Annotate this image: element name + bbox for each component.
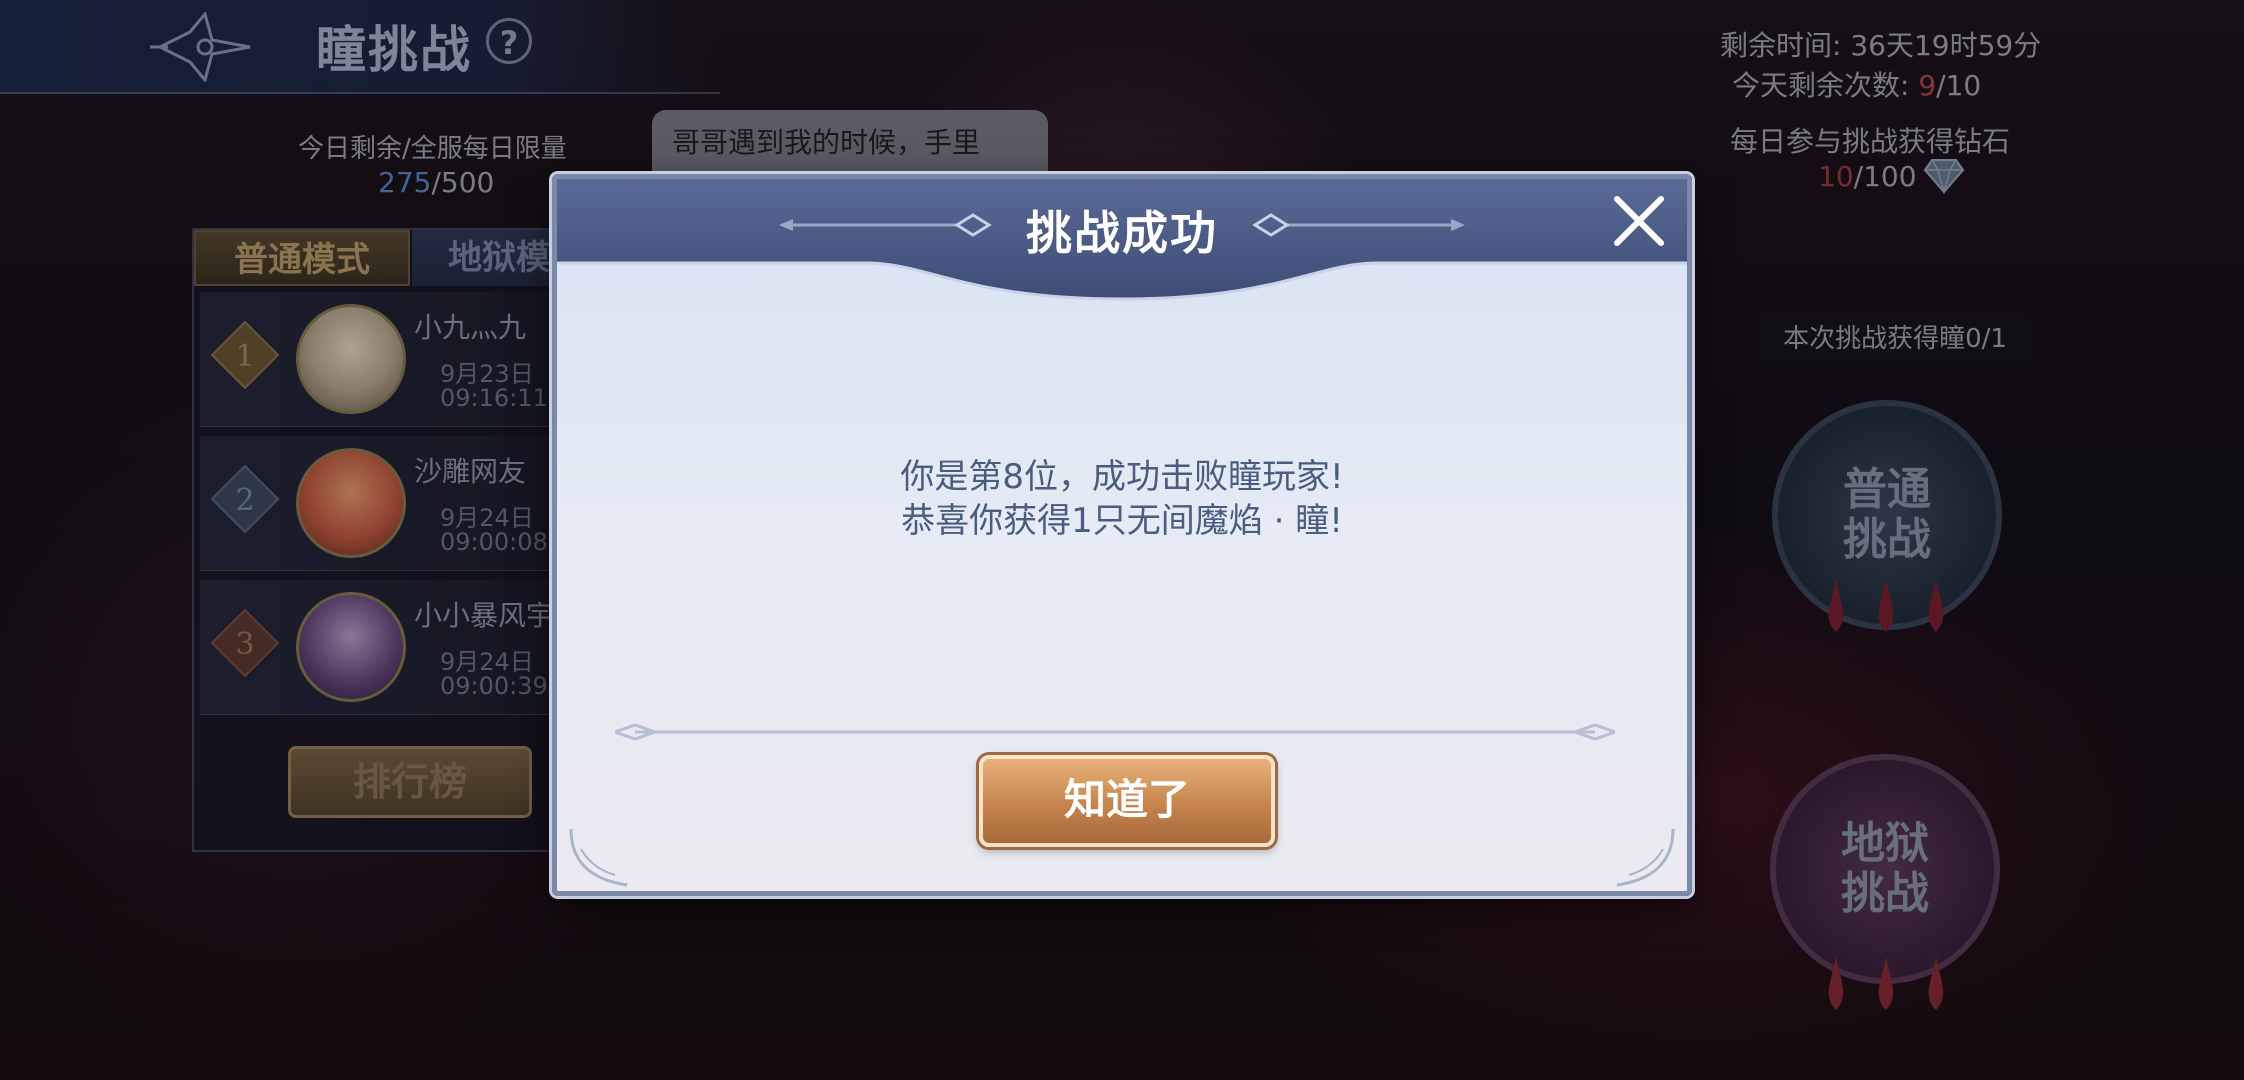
corner-ornament-icon — [1616, 828, 1675, 887]
close-icon[interactable] — [1607, 189, 1671, 253]
dialog-message-line1: 你是第8位，成功击败瞳玩家! — [900, 457, 1344, 497]
dialog-message-line2: 恭喜你获得1只无间魔焰 · 瞳! — [901, 501, 1343, 541]
acknowledge-button[interactable]: 知道了 — [979, 755, 1275, 847]
corner-ornament-icon — [569, 828, 628, 887]
dialog-title: 挑战成功 — [1026, 206, 1218, 260]
challenge-success-dialog: 挑战成功 你是第8位，成功击败瞳玩家! 恭喜你获得1只无间魔焰 · 瞳! 知道了 — [552, 174, 1692, 896]
dialog-divider — [615, 723, 1615, 741]
